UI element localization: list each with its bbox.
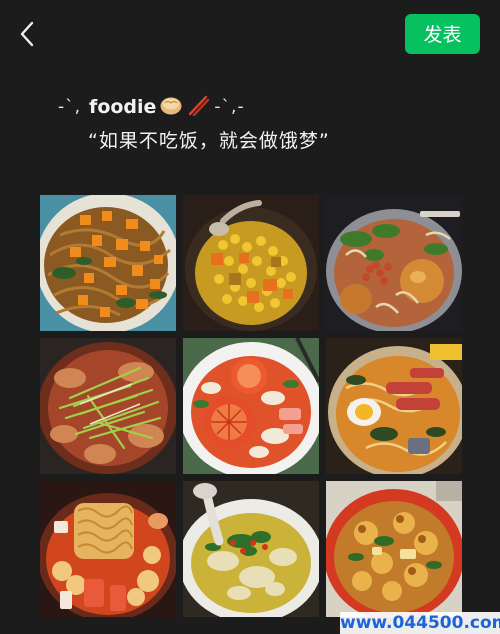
photo-cold-noodle-cucumber[interactable] bbox=[40, 338, 176, 474]
photo-spicy-hotpot-eggs[interactable] bbox=[326, 195, 462, 331]
top-bar: 发表 bbox=[0, 0, 500, 70]
watermark-text: www.044500.com bbox=[340, 612, 500, 634]
post-title: foodie bbox=[89, 96, 157, 118]
sparkle-decoration-left: -`, bbox=[58, 97, 82, 117]
moments-compose-screen: 发表 -`, foodie -`,- “如果不吃饭，就会做饿梦” www.044… bbox=[0, 0, 500, 634]
photo-tomato-soup-bowl[interactable] bbox=[183, 338, 319, 474]
post-text-content[interactable]: -`, foodie -`,- “如果不吃饭，就会做饿梦” bbox=[58, 92, 458, 156]
photo-instant-noodle-hotpot[interactable] bbox=[40, 481, 176, 617]
back-button[interactable] bbox=[12, 18, 42, 50]
chevron-left-icon bbox=[20, 21, 34, 47]
publish-button[interactable]: 发表 bbox=[405, 14, 480, 54]
photo-braised-fish-ball-pot[interactable] bbox=[326, 481, 462, 617]
photo-fried-noodles-pumpkin[interactable] bbox=[40, 195, 176, 331]
sparkle-decoration-right: -`,- bbox=[214, 97, 245, 117]
photo-sour-fish-soup[interactable] bbox=[183, 481, 319, 617]
post-caption: “如果不吃饭，就会做饿梦” bbox=[88, 130, 330, 152]
post-title-line: -`, foodie -`,- bbox=[58, 92, 458, 122]
bread-emoji-icon bbox=[159, 94, 183, 121]
photo-corn-pumpkin-stew[interactable] bbox=[183, 195, 319, 331]
photo-ramen-egg-sausage[interactable] bbox=[326, 338, 462, 474]
photo-grid bbox=[40, 195, 462, 617]
chopsticks-emoji-icon bbox=[186, 94, 210, 121]
